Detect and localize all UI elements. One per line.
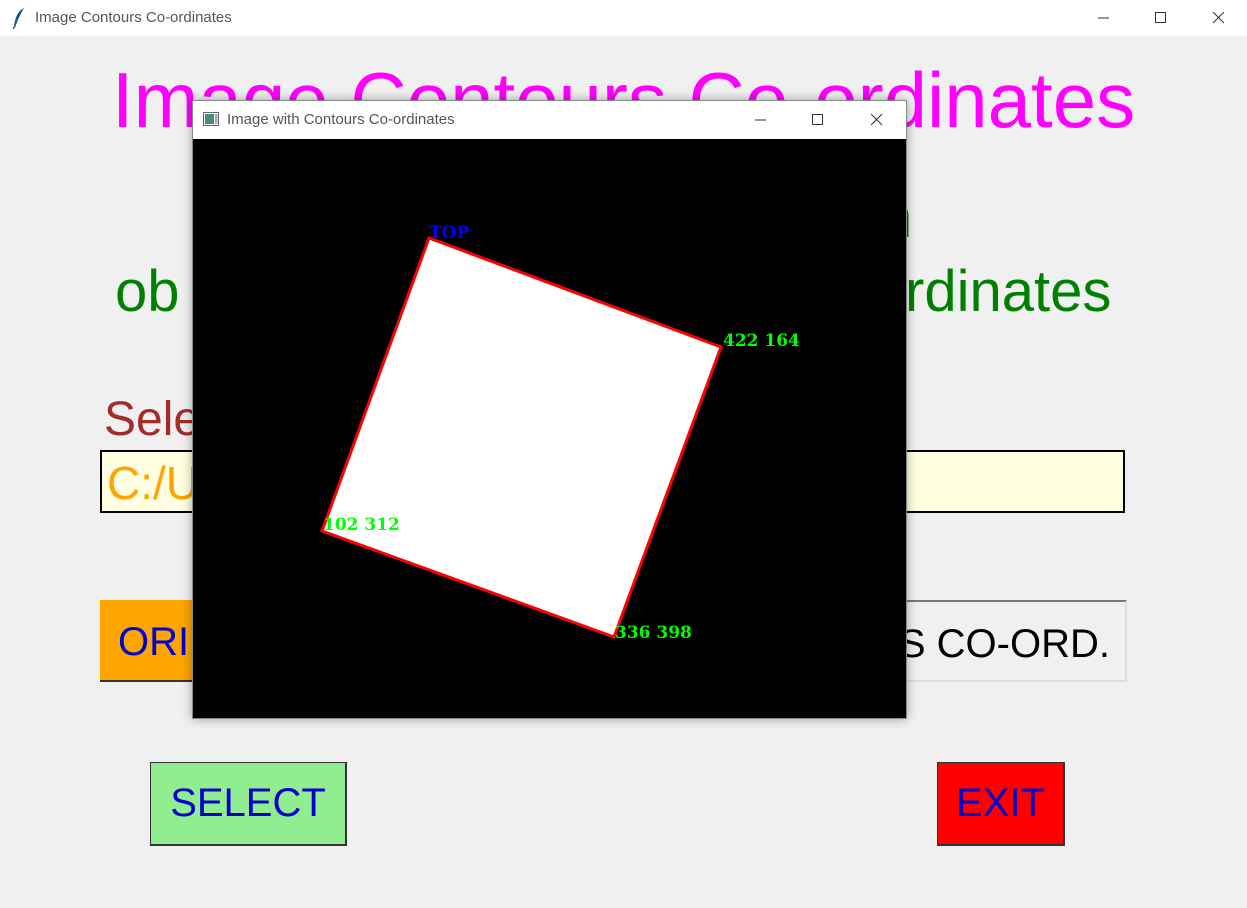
main-title-bar: Image Contours Co-ordinates	[0, 0, 1247, 36]
subtitle-line2-left-fragment: ob	[115, 259, 180, 324]
popup-close-button[interactable]	[854, 101, 900, 139]
popup-title-bar: Image with Contours Co-ordinates	[193, 101, 906, 139]
contours-image-window: Image with Contours Co-ordinates TOP 422…	[192, 100, 907, 719]
corner-label-right: 422 164	[723, 331, 800, 351]
exit-button[interactable]: EXIT	[937, 762, 1065, 846]
select-button[interactable]: SELECT	[150, 762, 347, 846]
select-button-label: SELECT	[170, 781, 326, 825]
corner-label-left: 102 312	[323, 515, 400, 535]
subtitle-line2-right-fragment: rdinates	[905, 259, 1112, 324]
close-icon	[1213, 12, 1225, 24]
contours-coordinates-button[interactable]: S CO-ORD.	[905, 600, 1127, 682]
image-path-text: C:/U	[107, 457, 199, 509]
original-button-label: ORI	[118, 620, 190, 664]
minimize-icon	[755, 119, 766, 121]
maximize-icon	[1155, 12, 1166, 23]
feather-icon	[12, 8, 24, 29]
minimize-icon	[1098, 17, 1109, 19]
detected-rectangle-contour	[320, 236, 723, 639]
minimize-button[interactable]	[1081, 0, 1127, 36]
window-title: Image Contours Co-ordinates	[35, 9, 232, 26]
maximize-button[interactable]	[1138, 0, 1184, 36]
contour-image-canvas: TOP 422 164 102 312 336 398	[193, 139, 906, 718]
select-image-label: Sele	[104, 393, 201, 446]
original-image-button[interactable]: ORI	[100, 600, 194, 682]
close-icon	[871, 114, 883, 126]
corner-label-bottom: 336 398	[615, 623, 692, 643]
contour-image: TOP 422 164 102 312 336 398	[320, 223, 800, 643]
exit-button-label: EXIT	[956, 781, 1045, 825]
image-window-icon	[203, 112, 219, 126]
maximize-icon	[812, 114, 823, 125]
close-button[interactable]	[1196, 0, 1242, 36]
popup-maximize-button[interactable]	[795, 101, 841, 139]
popup-title: Image with Contours Co-ordinates	[227, 111, 455, 128]
contours-button-label: S CO-ORD.	[905, 622, 1110, 666]
top-label: TOP	[429, 223, 469, 243]
popup-minimize-button[interactable]	[738, 101, 784, 139]
